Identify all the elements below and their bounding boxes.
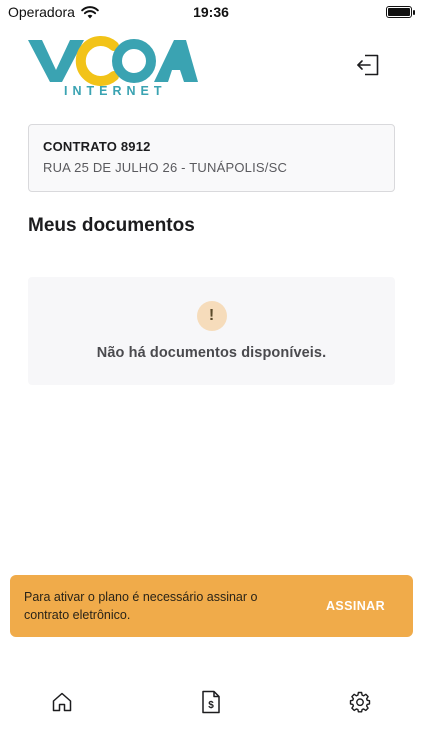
logout-button[interactable] <box>354 52 382 78</box>
status-left: Operadora <box>8 4 99 20</box>
empty-message: Não há documentos disponíveis. <box>96 345 327 361</box>
home-icon <box>52 692 72 712</box>
nav-invoices[interactable]: $ <box>199 690 223 714</box>
sign-contract-banner: Para ativar o plano é necessário assinar… <box>10 575 413 637</box>
battery-level <box>388 8 410 16</box>
carrier-name: Operadora <box>8 4 75 20</box>
app-screen: Operadora 19:36 INTERNET CONTRATO 8912 R… <box>0 0 422 750</box>
contract-title: CONTRATO 8912 <box>43 139 151 154</box>
sign-button[interactable]: ASSINAR <box>326 599 385 613</box>
wifi-icon <box>81 5 99 18</box>
exclamation-icon: ! <box>196 301 227 331</box>
nav-home[interactable] <box>50 690 74 714</box>
settings-icon <box>349 691 371 713</box>
logo-subtext: INTERNET <box>64 84 167 96</box>
status-bar: Operadora 19:36 <box>0 0 422 24</box>
bottom-nav: $ <box>0 680 422 724</box>
svg-text:$: $ <box>208 700 214 711</box>
contract-address: RUA 25 DE JULHO 26 - TUNÁPOLIS/SC <box>43 160 288 175</box>
vcoa-internet-logo: INTERNET <box>28 36 198 96</box>
app-header: INTERNET <box>0 30 422 100</box>
logout-icon <box>357 54 379 76</box>
documents-empty-state: ! Não há documentos disponíveis. <box>28 277 395 385</box>
nav-settings[interactable] <box>348 690 372 714</box>
invoice-icon: $ <box>202 690 220 714</box>
contract-card[interactable]: CONTRATO 8912 RUA 25 DE JULHO 26 - TUNÁP… <box>28 124 395 192</box>
documents-section-title: Meus documentos <box>28 215 195 236</box>
banner-message: Para ativar o plano é necessário assinar… <box>24 590 258 622</box>
battery-icon <box>386 6 415 18</box>
